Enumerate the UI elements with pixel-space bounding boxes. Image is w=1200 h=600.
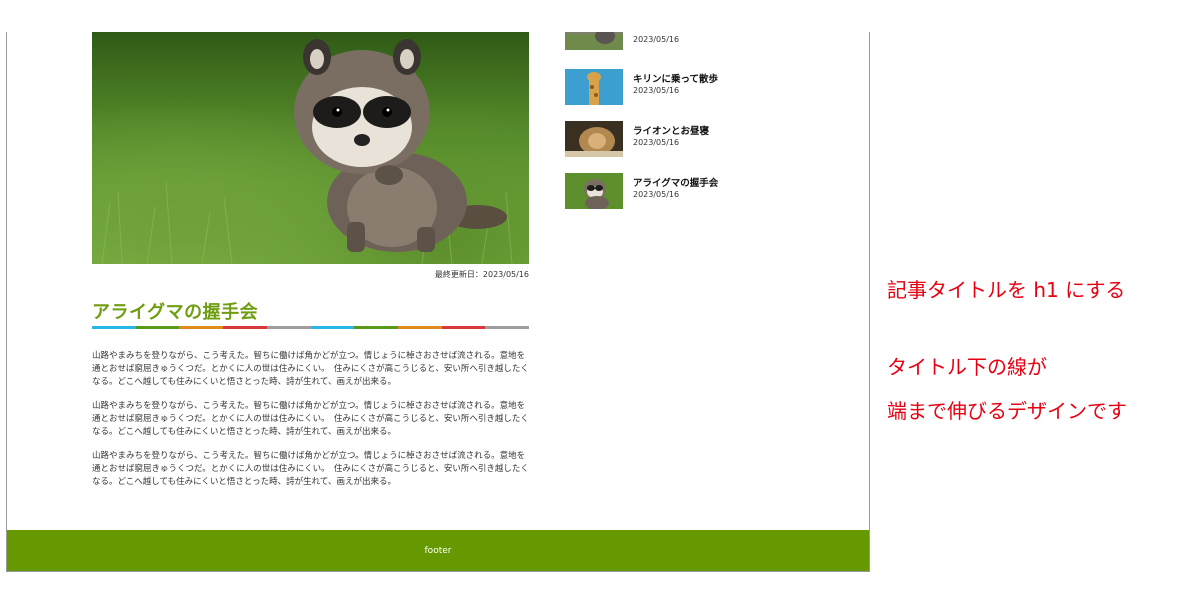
title-underline-segment <box>223 326 267 329</box>
title-underline-segment <box>397 326 442 329</box>
footer-label: footer <box>424 546 452 556</box>
site-footer: footer <box>7 530 869 571</box>
page-frame: 最終更新日：2023/05/16 アライグマの握手会 山路やまみちを登りながら、… <box>6 32 870 572</box>
title-underline-segment <box>310 326 355 329</box>
sidebar-article-link[interactable]: アライグマの握手会 2023/05/16 <box>565 173 815 209</box>
paragraph: 山路やまみちを登りながら、こう考えた。智ちに働けば角かどが立つ。情じょうに棹さお… <box>92 351 529 387</box>
sidebar-article-link[interactable]: ライオンとお昼寝 2023/05/16 <box>565 121 815 157</box>
paragraph: 山路やまみちを登りながら、こう考えた。智ちに働けば角かどが立つ。情じょうに棹さお… <box>92 451 529 487</box>
raccoon-image <box>101 39 513 264</box>
title-underline-segment <box>485 326 530 329</box>
title-underline-segment <box>441 326 486 329</box>
sidebar-item-date: 2023/05/16 <box>633 190 680 199</box>
article-title: アライグマの握手会 <box>92 302 259 323</box>
sidebar-item-date: 2023/05/16 <box>633 35 680 44</box>
sidebar-article-link[interactable]: 2023/05/16 <box>565 32 815 50</box>
sidebar-item-date: 2023/05/16 <box>633 138 680 147</box>
animal-thumbnail <box>565 32 623 50</box>
title-underline-segment <box>135 326 180 329</box>
paragraph: 山路やまみちを登りながら、こう考えた。智ちに働けば角かどが立つ。情じょうに棹さお… <box>92 401 529 437</box>
raccoon-thumbnail <box>565 173 623 209</box>
title-underline-segment <box>266 326 311 329</box>
annotation-line-note: タイトル下の線が <box>887 355 1047 379</box>
sidebar-article-link[interactable]: キリンに乗って散歩 2023/05/16 <box>565 69 815 105</box>
title-underline-segment <box>92 326 136 329</box>
title-underline-segment <box>179 326 224 329</box>
sidebar-item-title: アライグマの握手会 <box>633 178 719 189</box>
giraffe-thumbnail <box>565 69 623 105</box>
title-underline <box>92 326 530 329</box>
article-hero-image <box>92 32 529 264</box>
sidebar-item-date: 2023/05/16 <box>633 86 680 95</box>
lion-thumbnail <box>565 121 623 157</box>
sidebar-item-title: キリンに乗って散歩 <box>633 74 719 85</box>
sidebar-item-title: ライオンとお昼寝 <box>633 126 710 137</box>
article-body: 山路やまみちを登りながら、こう考えた。智ちに働けば角かどが立つ。情じょうに棹さお… <box>92 350 529 500</box>
annotation-line-note-2: 端まで伸びるデザインです <box>887 399 1127 423</box>
title-underline-segment <box>354 326 398 329</box>
annotation-h1-note: 記事タイトルを h1 にする <box>887 278 1126 302</box>
last-updated-date: 最終更新日：2023/05/16 <box>434 270 529 279</box>
